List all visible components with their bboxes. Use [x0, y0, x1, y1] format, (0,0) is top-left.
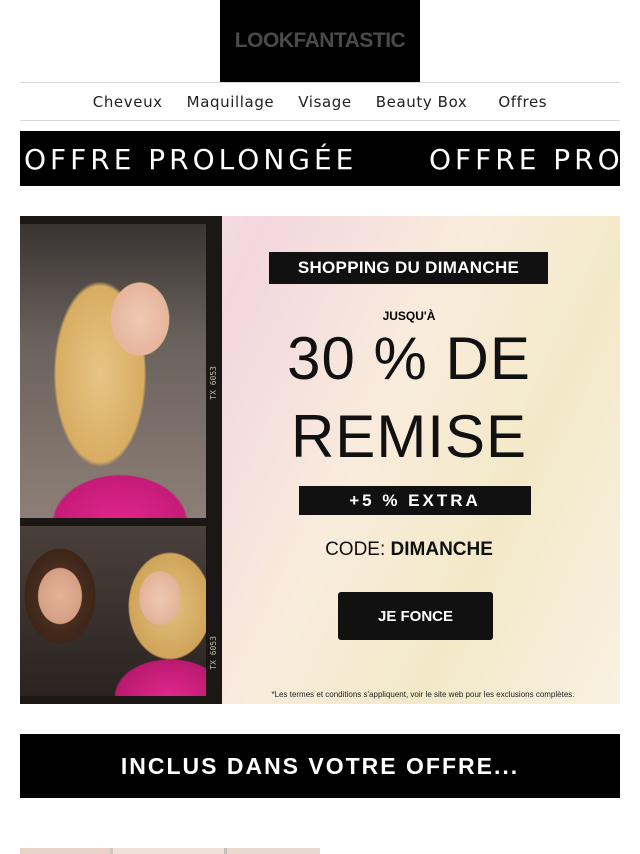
brand-logo[interactable]: LOOKFANTASTIC — [220, 0, 420, 82]
film-mark-bottom: TX 6053 — [209, 636, 218, 670]
main-nav: Cheveux Maquillage Visage Beauty Box Off… — [20, 82, 620, 121]
nav-item-maquillage[interactable]: Maquillage — [187, 93, 275, 111]
terms-text: *Les termes et conditions s'appliquent, … — [271, 690, 575, 699]
nav-item-beauty-box[interactable]: Beauty Box — [376, 93, 468, 111]
film-mark-top: TX 6053 — [209, 366, 218, 400]
photo-strip: TX 6053 TX 6053 — [20, 216, 222, 704]
next-product-image[interactable] — [20, 848, 320, 854]
hero-photo-bottom — [20, 526, 206, 696]
included-banner: INCLUS DANS VOTRE OFFRE... — [20, 734, 620, 798]
hero-tag: SHOPPING DU DIMANCHE — [269, 252, 548, 284]
hero-content: SHOPPING DU DIMANCHE JUSQU'À 30 % DE REM… — [222, 216, 620, 704]
hero-upto: JUSQU'À — [382, 309, 436, 323]
ticker-text: OFFRE PROLONGÉE — [24, 143, 358, 176]
ticker-text-repeat: OFFRE PRO — [429, 143, 620, 176]
hero-headline-line2: REMISE — [290, 403, 528, 470]
nav-item-visage[interactable]: Visage — [298, 93, 351, 111]
promo-code-label: CODE: — [325, 539, 386, 560]
hero-photo-top — [20, 224, 206, 518]
hero-banner[interactable]: TX 6053 TX 6053 SHOPPING DU DIMANCHE JUS… — [20, 216, 620, 704]
nav-item-offres[interactable]: Offres — [498, 93, 547, 111]
logo-text: LOOKFANTASTIC — [234, 29, 406, 52]
cta-button[interactable]: JE FONCE — [338, 592, 493, 640]
promo-ticker[interactable]: OFFRE PROLONGÉE OFFRE PRO — [20, 131, 620, 186]
hero-headline-line1: 30 % DE — [287, 325, 531, 392]
nav-item-cheveux[interactable]: Cheveux — [93, 93, 163, 111]
hero-extra-badge: +5 % EXTRA — [299, 486, 531, 515]
promo-code-value: DIMANCHE — [390, 539, 493, 560]
promo-code: CODE: DIMANCHE — [222, 539, 596, 561]
